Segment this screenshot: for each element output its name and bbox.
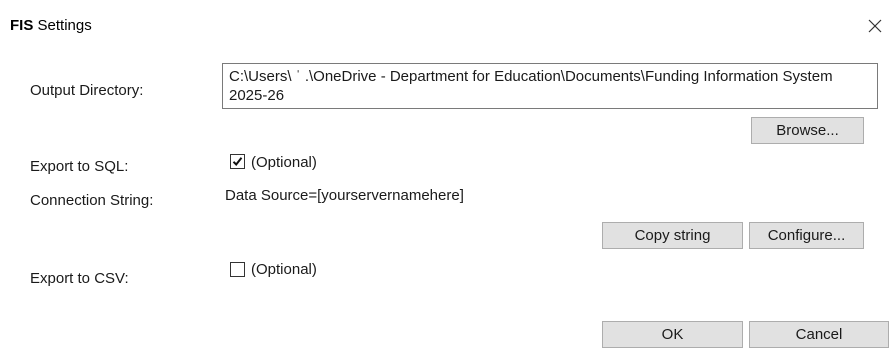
export-csv-checkbox[interactable] <box>230 262 245 277</box>
export-sql-checkbox[interactable] <box>230 154 245 169</box>
window-title-text: Settings <box>33 17 92 34</box>
export-csv-label: Export to CSV: <box>30 270 129 287</box>
close-icon <box>868 19 882 33</box>
checkmark-icon <box>232 157 243 167</box>
title-bar: FIS Settings <box>0 0 893 50</box>
configure-button[interactable]: Configure... <box>749 222 864 249</box>
export-sql-label: Export to SQL: <box>30 158 129 175</box>
export-sql-optional-text: (Optional) <box>251 154 317 171</box>
ok-button[interactable]: OK <box>602 321 743 348</box>
window-title-brand: FIS <box>10 17 34 34</box>
close-button[interactable] <box>862 14 888 38</box>
output-directory-input[interactable]: C:\Users\ ˈ .\OneDrive - Department for … <box>222 63 878 109</box>
output-directory-label: Output Directory: <box>30 82 144 99</box>
browse-button[interactable]: Browse... <box>751 117 864 144</box>
export-csv-optional-text: (Optional) <box>251 261 317 278</box>
window-title: FIS Settings <box>10 17 92 35</box>
connection-string-label: Connection String: <box>30 192 154 209</box>
cancel-button[interactable]: Cancel <box>749 321 889 348</box>
connection-string-value: Data Source=[yourservernamehere] <box>225 187 464 204</box>
copy-string-button[interactable]: Copy string <box>602 222 743 249</box>
